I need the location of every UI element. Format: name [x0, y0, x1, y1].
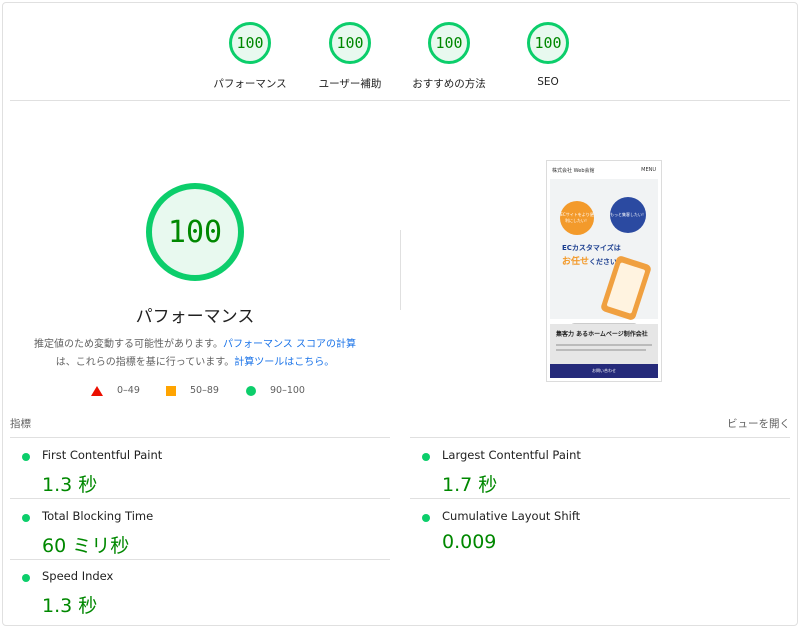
calculator-link[interactable]: 計算ツールはこちら。	[234, 357, 334, 368]
triangle-icon	[91, 385, 103, 396]
metric-name: First Contentful Paint	[42, 448, 163, 462]
gauge-label: SEO	[537, 76, 559, 88]
performance-score-gauge: 100	[146, 183, 244, 281]
legend-fail: 0–49	[91, 385, 140, 396]
text-line	[556, 349, 646, 351]
score-calculation-link[interactable]: パフォーマンス スコアの計算	[223, 339, 356, 350]
legend-label: 0–49	[117, 385, 140, 396]
metrics-title: 指標	[10, 418, 31, 430]
pass-dot-icon	[22, 453, 30, 461]
metric-value: 1.3 秒	[42, 474, 98, 496]
metric-name: Largest Contentful Paint	[442, 448, 581, 462]
vertical-divider	[400, 230, 401, 310]
gauge-ring: 100	[229, 22, 271, 64]
category-gauges: 100 パフォーマンス 100 ユーザー補助 100 おすすめの方法 100 S…	[0, 0, 800, 100]
gauge-ring: 100	[527, 22, 569, 64]
legend-label: 90–100	[270, 385, 305, 396]
hero-headline-rest: ください	[589, 258, 618, 266]
section-title: 集客力 あるホームページ制作会社	[556, 331, 648, 338]
screenshot-cta: お問い合わせ	[550, 364, 658, 378]
divider	[10, 498, 390, 499]
expand-view-toggle[interactable]: ビューを開く	[727, 416, 790, 431]
metric-name: Speed Index	[42, 569, 114, 583]
metric-value: 60 ミリ秒	[42, 535, 130, 557]
performance-description: 推定値のため変動する可能性があります。パフォーマンス スコアの計算 は、これらの…	[20, 336, 370, 372]
performance-title: パフォーマンス	[135, 307, 255, 327]
divider	[410, 437, 790, 438]
desc-text: は、これらの指標を基に行っています。	[55, 357, 235, 368]
pass-dot-icon	[422, 453, 430, 461]
pass-dot-icon	[22, 514, 30, 522]
square-icon	[166, 385, 176, 396]
text-line	[556, 344, 652, 346]
gauge-score: 100	[534, 34, 562, 52]
screenshot-hero: ECサイトをより便利にしたい！ もっと集客したい！ ECカスタマイズは お任せく…	[550, 179, 658, 332]
hero-bubble-blue: もっと集客したい！	[610, 197, 646, 233]
divider	[410, 498, 790, 499]
screenshot-brand: 株式会社 Web会館	[552, 167, 595, 174]
hero-headline-strong: お任せ	[562, 257, 590, 267]
metric-name: Total Blocking Time	[42, 509, 154, 523]
pass-dot-icon	[422, 514, 430, 522]
divider	[10, 100, 790, 101]
gauge-ring: 100	[329, 22, 371, 64]
gauge-score: 100	[236, 34, 264, 52]
metric-value: 1.3 秒	[42, 595, 98, 617]
legend-average: 50–89	[166, 385, 219, 396]
hero-headline: ECカスタマイズは	[562, 244, 621, 252]
divider	[10, 437, 390, 438]
metric-name: Cumulative Layout Shift	[442, 509, 581, 523]
gauge-ring: 100	[428, 22, 470, 64]
metrics-header: 指標 ビューを開く	[10, 416, 790, 430]
legend-label: 50–89	[190, 385, 219, 396]
screenshot-section: 集客力 あるホームページ制作会社	[550, 324, 658, 364]
metric-value: 1.7 秒	[442, 474, 498, 496]
metric-value: 0.009	[442, 531, 497, 553]
gauge-score: 100	[435, 34, 463, 52]
gauge-score: 100	[336, 34, 364, 52]
performance-score: 100	[167, 214, 223, 250]
hero-bubble-orange: ECサイトをより便利にしたい！	[560, 201, 594, 235]
score-legend: 0–49 50–89 90–100	[0, 385, 400, 399]
legend-pass: 90–100	[246, 385, 305, 396]
circle-icon	[246, 385, 256, 396]
final-screenshot: 株式会社 Web会館 MENU ECサイトをより便利にしたい！ もっと集客したい…	[546, 160, 662, 382]
pass-dot-icon	[22, 574, 30, 582]
hero-headline-2: お任せください	[562, 254, 617, 267]
screenshot-menu: MENU	[641, 167, 656, 173]
screenshot-header: 株式会社 Web会館 MENU	[547, 161, 661, 179]
divider	[10, 559, 390, 560]
gauge-seo[interactable]: 100 SEO	[488, 22, 608, 88]
desc-text: 推定値のため変動する可能性があります。	[34, 339, 223, 350]
